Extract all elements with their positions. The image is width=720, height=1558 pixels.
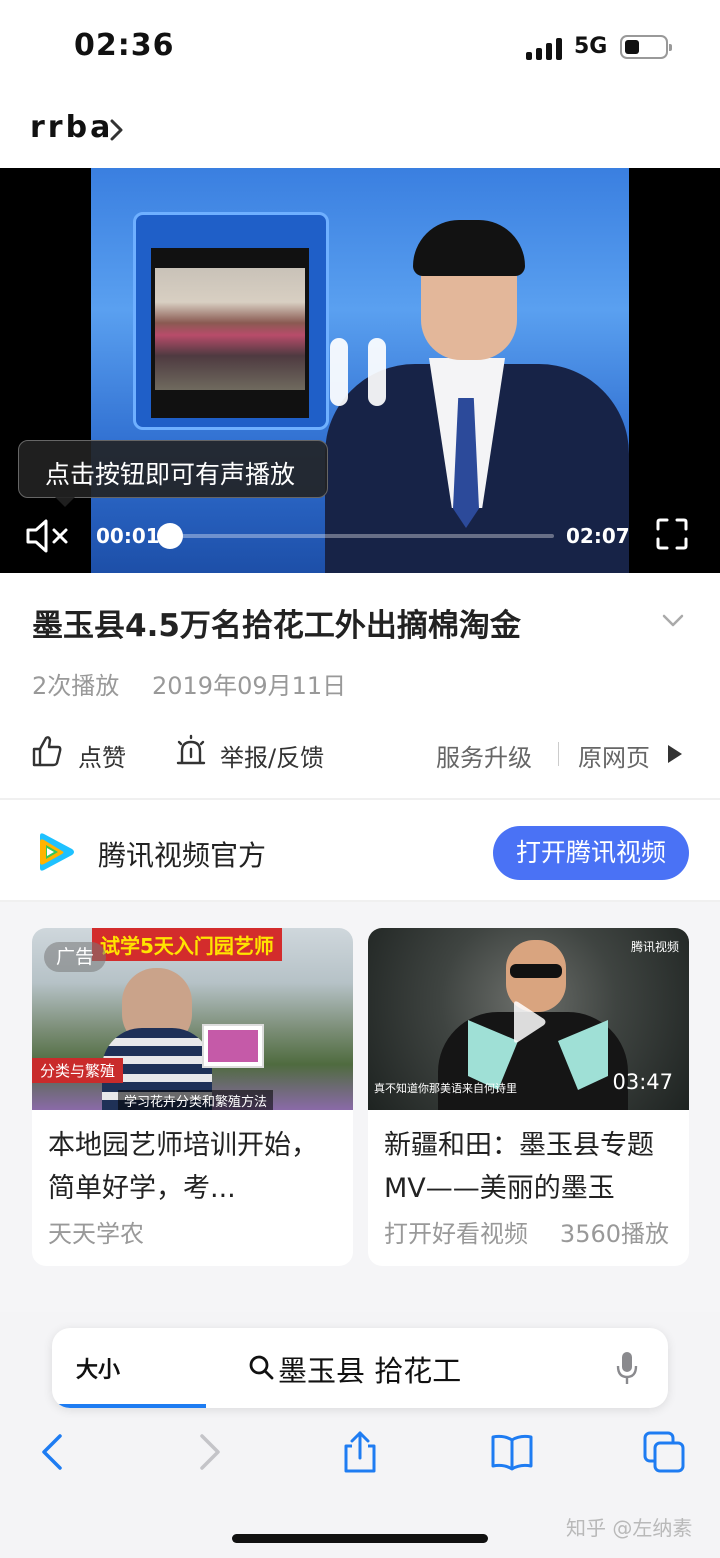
play-triangle-icon[interactable] xyxy=(668,745,682,763)
open-tencent-video-button[interactable]: 打开腾讯视频 xyxy=(493,826,689,880)
channel-row: 腾讯视频官方 打开腾讯视频 xyxy=(0,802,720,900)
battery-level xyxy=(625,40,639,54)
thumb-subtitle-text: 真不知道你那美语来自何诗里 xyxy=(374,1082,517,1095)
recommendation-card[interactable]: 试学5天入门园艺师 广告 分类与繁殖 学习花卉分类和繁殖方法 本地园艺师培训开始… xyxy=(32,928,353,1266)
thumb-banner-text: 试学5天入门园艺师 xyxy=(92,928,282,961)
anchor-hair xyxy=(413,220,525,276)
like-label: 点赞 xyxy=(78,744,126,772)
report-label: 举报/反馈 xyxy=(220,744,325,772)
divider xyxy=(558,742,559,766)
progress-thumb[interactable] xyxy=(157,523,183,549)
play-count: 2次播放 xyxy=(32,672,120,700)
search-icon xyxy=(249,1355,274,1380)
thumb-caption-text: 学习花卉分类和繁殖方法 xyxy=(118,1090,274,1110)
card-title[interactable]: 本地园艺师培训开始，简单好学，考... xyxy=(48,1124,338,1210)
status-time: 02:36 xyxy=(74,28,175,63)
recommendations: 试学5天入门园艺师 广告 分类与繁殖 学习花卉分类和繁殖方法 本地园艺师培训开始… xyxy=(0,902,720,1312)
publish-date: 2019年09月11日 xyxy=(152,672,347,700)
ad-badge: 广告 xyxy=(44,942,107,972)
site-name[interactable]: rrba xyxy=(30,110,113,145)
upgrade-label: 服务升级 xyxy=(436,744,532,772)
recommendation-card[interactable]: 腾讯视频 真不知道你那美语来自何诗里 03:47 新疆和田：墨玉县专题MV——美… xyxy=(368,928,689,1266)
play-icon[interactable] xyxy=(508,1000,548,1044)
fullscreen-icon[interactable] xyxy=(656,518,688,550)
status-bar: 02:36 5G xyxy=(0,0,720,96)
chevron-down-icon[interactable] xyxy=(662,614,684,628)
card-source[interactable]: 打开好看视频 xyxy=(384,1214,528,1249)
battery-icon xyxy=(620,35,672,59)
upgrade-link[interactable]: 服务升级 xyxy=(436,734,546,774)
page-load-progress xyxy=(52,1404,206,1408)
news-inset-photo xyxy=(151,248,309,418)
pause-icon[interactable] xyxy=(330,338,390,406)
mute-icon[interactable] xyxy=(24,516,72,556)
current-time: 00:01 xyxy=(96,524,160,548)
signal-icon xyxy=(526,38,564,60)
text-size-button[interactable]: 大小 xyxy=(76,1352,120,1384)
report-button[interactable]: 举报/反馈 xyxy=(174,734,344,774)
microphone-icon[interactable] xyxy=(616,1350,638,1386)
card-thumbnail[interactable]: 腾讯视频 真不知道你那美语来自何诗里 03:47 xyxy=(368,928,689,1110)
video-player[interactable]: 点击按钮即可有声播放 00:01 02:07 xyxy=(0,168,720,573)
thumbs-up-icon xyxy=(32,736,62,767)
original-label: 原网页 xyxy=(578,744,650,772)
channel-name: 腾讯视频官方 xyxy=(98,839,267,872)
card-title[interactable]: 新疆和田：墨玉县专题MV——美丽的墨玉 xyxy=(384,1124,674,1210)
video-title: 墨玉县4.5万名拾花工外出摘棉淘金 xyxy=(32,608,521,644)
forward-icon[interactable] xyxy=(186,1430,230,1474)
card-play-count: 3560播放 xyxy=(559,1220,669,1248)
card-thumbnail[interactable]: 试学5天入门园艺师 广告 分类与繁殖 学习花卉分类和繁殖方法 xyxy=(32,928,353,1110)
tabs-icon[interactable] xyxy=(642,1430,686,1474)
share-icon[interactable] xyxy=(338,1430,382,1474)
total-time: 02:07 xyxy=(566,524,630,548)
home-indicator[interactable] xyxy=(232,1534,488,1543)
video-duration: 03:47 xyxy=(612,1070,673,1094)
thumb-watermark-text: 腾讯视频 xyxy=(630,940,679,954)
tencent-video-logo-icon xyxy=(40,833,74,871)
site-header[interactable]: rrba xyxy=(0,96,720,168)
back-icon[interactable] xyxy=(32,1430,76,1474)
bookmarks-icon[interactable] xyxy=(490,1430,534,1474)
progress-bar[interactable] xyxy=(160,534,554,538)
alarm-icon xyxy=(176,734,206,765)
divider xyxy=(0,798,720,800)
sound-tooltip: 点击按钮即可有声播放 xyxy=(18,440,328,507)
zhihu-watermark: 知乎 @左纳素 xyxy=(566,1516,693,1540)
card-source: 天天学农 xyxy=(48,1220,144,1248)
like-button[interactable]: 点赞 xyxy=(30,734,140,774)
thumb-tag-text: 分类与繁殖 xyxy=(32,1058,124,1083)
address-bar[interactable]: 大小 墨玉县 拾花工 xyxy=(52,1328,668,1408)
browser-bottom-bar: 大小 墨玉县 拾花工 知乎 @左纳素 xyxy=(0,1312,720,1558)
tooltip-text: 点击按钮即可有声播放 xyxy=(45,460,296,489)
actions-row: 点赞 举报/反馈 服务升级 原网页 xyxy=(0,720,720,786)
network-label: 5G xyxy=(574,34,608,59)
address-text[interactable]: 墨玉县 拾花工 xyxy=(278,1348,461,1390)
chevron-right-icon[interactable] xyxy=(108,118,126,142)
